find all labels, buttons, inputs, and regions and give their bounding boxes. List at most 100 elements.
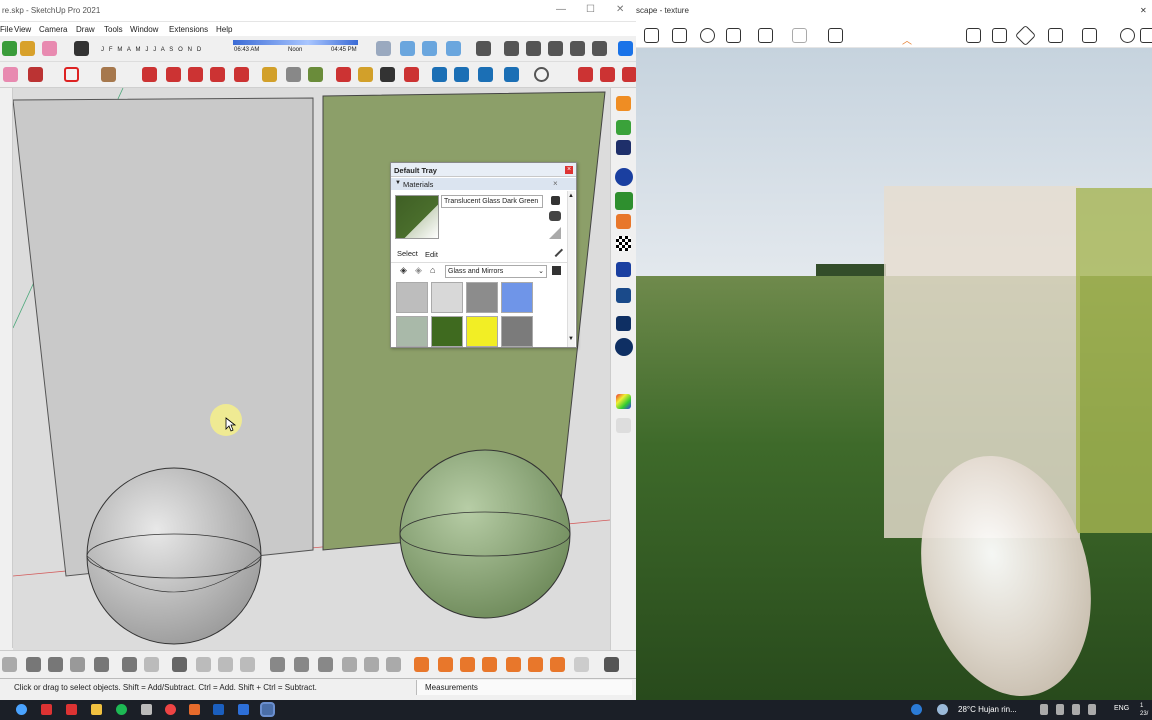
pdf-icon[interactable] <box>66 704 77 715</box>
paint-bucket-icon[interactable] <box>308 67 323 82</box>
swatch-1[interactable] <box>431 282 463 313</box>
sandbox-from-contours-icon[interactable] <box>270 657 285 672</box>
lock-icon[interactable] <box>240 657 255 672</box>
styles-icon[interactable] <box>122 657 137 672</box>
paint-icon[interactable] <box>20 41 35 56</box>
language-indicator[interactable]: ENG <box>1114 705 1129 712</box>
menu-window[interactable]: Window <box>130 25 158 34</box>
box-icon[interactable] <box>294 657 309 672</box>
section-plane-icon[interactable] <box>336 67 351 82</box>
hidden-line-icon[interactable] <box>526 41 541 56</box>
top-view-icon[interactable] <box>422 41 437 56</box>
material-name-field[interactable]: Translucent Glass Dark Green <box>441 195 543 208</box>
mail-icon[interactable] <box>616 316 631 331</box>
diamond-icon[interactable] <box>1014 24 1037 47</box>
xray-icon[interactable] <box>476 41 491 56</box>
scroll-up-icon[interactable]: ▲ <box>568 193 574 199</box>
protractor-icon[interactable] <box>358 67 373 82</box>
scale-icon[interactable] <box>234 67 249 82</box>
sphere-light-icon[interactable] <box>460 657 475 672</box>
volume-icon[interactable] <box>1072 704 1080 715</box>
bim-icon[interactable] <box>672 28 687 43</box>
rotate-icon[interactable] <box>210 67 225 82</box>
eraser-tool-icon[interactable] <box>3 67 18 82</box>
push-pull-icon[interactable] <box>142 67 157 82</box>
menu-view[interactable]: View <box>14 25 31 34</box>
menu-extensions[interactable]: Extensions <box>169 25 208 34</box>
position-camera-icon[interactable] <box>48 657 63 672</box>
sketchup-taskbar-icon[interactable] <box>213 704 224 715</box>
tray-scrollbar[interactable]: ▲ ▼ <box>567 191 575 347</box>
display-secondary-icon[interactable] <box>551 196 560 205</box>
look-around-icon[interactable] <box>70 657 85 672</box>
swatch-3[interactable] <box>501 282 533 313</box>
app-orange-icon[interactable] <box>189 704 200 715</box>
tray-close-icon[interactable]: × <box>565 166 573 174</box>
text-icon[interactable] <box>286 67 301 82</box>
chevron-up-icon[interactable]: ︿ <box>902 32 912 47</box>
more-icon[interactable] <box>1140 28 1152 43</box>
tray-title-bar[interactable]: Default Tray × <box>391 163 576 177</box>
cube-icon[interactable] <box>318 657 333 672</box>
minimize-icon[interactable]: — <box>556 4 566 15</box>
outliner-icon[interactable] <box>94 657 109 672</box>
render-view-icon[interactable] <box>758 28 773 43</box>
document-icon[interactable] <box>141 704 152 715</box>
front-view-icon[interactable] <box>446 41 461 56</box>
warehouse-icon[interactable] <box>172 657 187 672</box>
grass-icon[interactable] <box>342 657 357 672</box>
clapper-icon[interactable] <box>726 28 741 43</box>
share-icon[interactable] <box>828 28 843 43</box>
scene-icon[interactable] <box>616 140 631 155</box>
move-icon[interactable] <box>188 67 203 82</box>
swatch-6[interactable] <box>466 316 498 347</box>
book-icon[interactable] <box>966 28 981 43</box>
cup-icon[interactable] <box>1082 28 1097 43</box>
reload-icon[interactable] <box>616 120 631 135</box>
export-view-icon[interactable] <box>792 28 807 43</box>
flip-edge-icon[interactable] <box>504 67 519 82</box>
tab-select[interactable]: Select <box>397 249 418 258</box>
solid-subtract-icon[interactable] <box>600 67 615 82</box>
building-icon[interactable] <box>1048 28 1063 43</box>
forward-icon[interactable]: ◈ <box>415 265 422 276</box>
enscape-taskbar-icon[interactable] <box>238 704 249 715</box>
library-select[interactable]: Glass and Mirrors ⌄ <box>445 265 547 278</box>
extension-warehouse-icon[interactable] <box>616 96 631 111</box>
eyedropper-icon[interactable] <box>548 242 564 258</box>
tape-measure-icon[interactable] <box>262 67 277 82</box>
glasses-icon[interactable] <box>700 28 715 43</box>
menu-camera[interactable]: Camera <box>39 25 67 34</box>
fog-icon[interactable] <box>144 657 159 672</box>
wireframe-icon[interactable] <box>504 41 519 56</box>
swatch-2[interactable] <box>466 282 498 313</box>
shadow-time-slider[interactable] <box>233 40 358 45</box>
browser-icon[interactable] <box>16 704 27 715</box>
materials-panel-header[interactable]: ▼ Materials × <box>391 178 576 190</box>
create-material-icon[interactable] <box>549 211 561 221</box>
walk-icon[interactable] <box>2 657 17 672</box>
light-icon[interactable] <box>414 657 429 672</box>
stamp-icon[interactable] <box>454 67 469 82</box>
active-window-icon[interactable] <box>262 704 273 715</box>
group-icon[interactable] <box>604 657 619 672</box>
sandbox-icon[interactable] <box>432 67 447 82</box>
lamp-icon[interactable] <box>438 657 453 672</box>
render-icon[interactable] <box>616 214 631 229</box>
current-material-swatch[interactable] <box>395 195 439 239</box>
spotify-icon[interactable] <box>116 704 127 715</box>
info-icon[interactable] <box>615 338 633 356</box>
brush-icon[interactable] <box>364 657 379 672</box>
zoom-icon[interactable] <box>380 67 395 82</box>
scroll-down-icon[interactable]: ▼ <box>568 336 574 342</box>
weather-text[interactable]: 28°C Hujan rin... <box>958 705 1017 714</box>
upload-icon[interactable] <box>615 192 633 210</box>
shadow-months[interactable]: J F M A M J J A S O N D <box>101 47 203 53</box>
dome-light-icon[interactable] <box>550 657 565 672</box>
pencil-icon[interactable] <box>28 67 43 82</box>
file-explorer-icon[interactable] <box>91 704 102 715</box>
image-icon[interactable] <box>992 28 1007 43</box>
arc-icon[interactable] <box>64 67 79 82</box>
follow-me-icon[interactable] <box>166 67 181 82</box>
checker-material-icon[interactable] <box>616 236 631 251</box>
